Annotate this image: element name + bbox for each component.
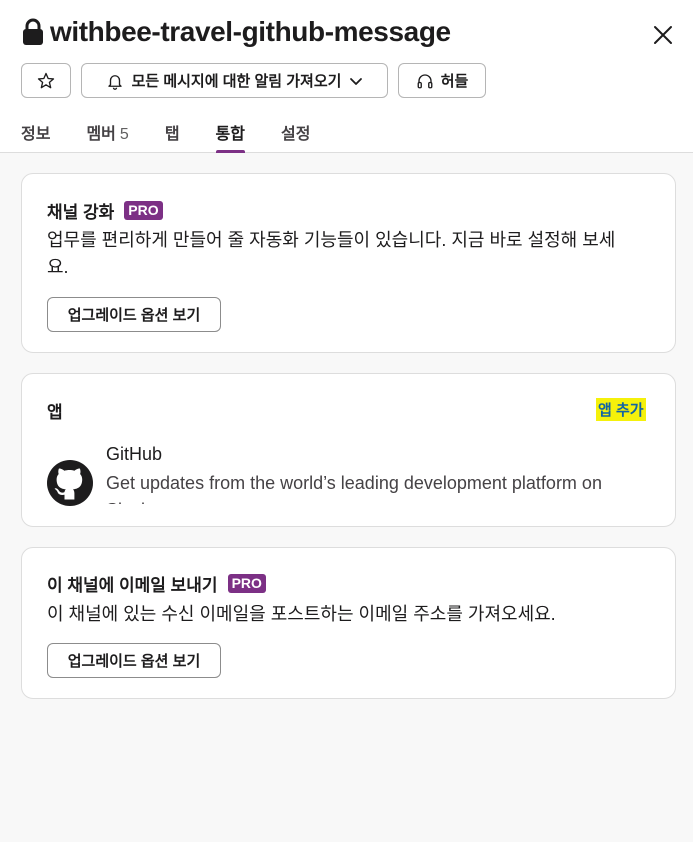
app-name[interactable]: GitHub <box>106 444 162 465</box>
add-app-link[interactable]: 앱 추가 <box>596 398 646 421</box>
huddle-label: 허들 <box>440 73 469 90</box>
channel-title: withbee-travel-github-message <box>50 16 451 47</box>
tab-tabs[interactable]: 탭 <box>165 112 180 153</box>
channel-actions: 모든 메시지에 대한 알림 가져오기 허들 <box>21 63 486 98</box>
channel-title-row: withbee-travel-github-message <box>22 14 451 50</box>
notification-settings-button[interactable]: 모든 메시지에 대한 알림 가져오기 <box>81 63 388 98</box>
email-card-description: 이 채널에 있는 수신 이메일을 포스트하는 이메일 주소를 가져오세요. <box>47 604 556 624</box>
email-channel-card: 이 채널에 이메일 보내기 PRO 이 채널에 있는 수신 이메일을 포스트하는… <box>21 547 676 699</box>
enhance-channel-card: 채널 강화 PRO 업무를 편리하게 만들어 줄 자동화 기능들이 있습니다. … <box>21 173 676 353</box>
close-icon <box>654 26 672 44</box>
pro-badge: PRO <box>227 574 266 593</box>
lock-icon <box>23 18 43 45</box>
apps-card-title: 앱 <box>47 403 63 422</box>
headphones-icon <box>417 73 433 88</box>
enhance-card-title: 채널 강화 PRO <box>47 198 163 223</box>
bell-icon <box>107 74 122 90</box>
github-icon[interactable] <box>46 459 94 507</box>
notification-label: 모든 메시지에 대한 알림 가져오기 <box>131 73 342 90</box>
enhance-card-description: 업무를 편리하게 만들어 줄 자동화 기능들이 있습니다. 지금 바로 설정해 … <box>47 230 616 277</box>
view-upgrade-options-button[interactable]: 업그레이드 옵션 보기 <box>47 297 221 332</box>
pro-badge: PRO <box>124 201 163 220</box>
tab-integrations[interactable]: 통합 <box>215 112 246 153</box>
tab-settings[interactable]: 설정 <box>281 112 310 153</box>
view-upgrade-options-button[interactable]: 업그레이드 옵션 보기 <box>47 643 221 678</box>
star-icon <box>37 72 55 88</box>
email-card-title: 이 채널에 이메일 보내기 PRO <box>47 571 266 596</box>
apps-card: 앱 앱 추가 GitHub Get updates from the world… <box>21 373 676 527</box>
chevron-down-icon <box>350 77 363 85</box>
huddle-button[interactable]: 허들 <box>398 63 486 98</box>
member-count: 5 <box>119 126 129 143</box>
star-button[interactable] <box>21 63 71 98</box>
tab-about[interactable]: 정보 <box>21 112 50 153</box>
tab-members[interactable]: 멤버 5 <box>86 112 128 153</box>
channel-details-header: withbee-travel-github-message 모든 메시지에 대한… <box>0 0 693 153</box>
app-description: Get updates from the world’s leading dev… <box>106 473 602 504</box>
tab-bar: 정보 멤버 5 탭 통합 설정 <box>21 112 346 153</box>
close-button[interactable] <box>648 20 678 50</box>
